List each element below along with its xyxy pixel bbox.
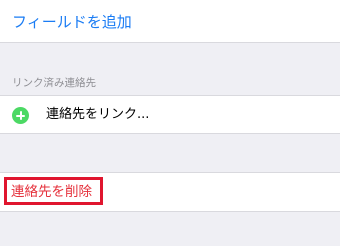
add-field-row[interactable]: フィールドを追加 (0, 0, 340, 43)
add-field-label[interactable]: フィールドを追加 (12, 12, 132, 32)
link-contact-row[interactable]: 連絡先をリンク... (0, 95, 340, 134)
linked-contacts-section-header: リンク済み連絡先 (12, 77, 96, 89)
delete-contact-button[interactable]: 連絡先を削除 (11, 183, 92, 201)
plus-circle-icon[interactable] (12, 107, 29, 124)
link-contact-label[interactable]: 連絡先をリンク... (46, 106, 149, 124)
delete-contact-row[interactable]: 連絡先を削除 (0, 172, 340, 212)
contact-edit-screen: フィールドを追加 リンク済み連絡先 連絡先をリンク... 連絡先を削除 (0, 0, 340, 246)
